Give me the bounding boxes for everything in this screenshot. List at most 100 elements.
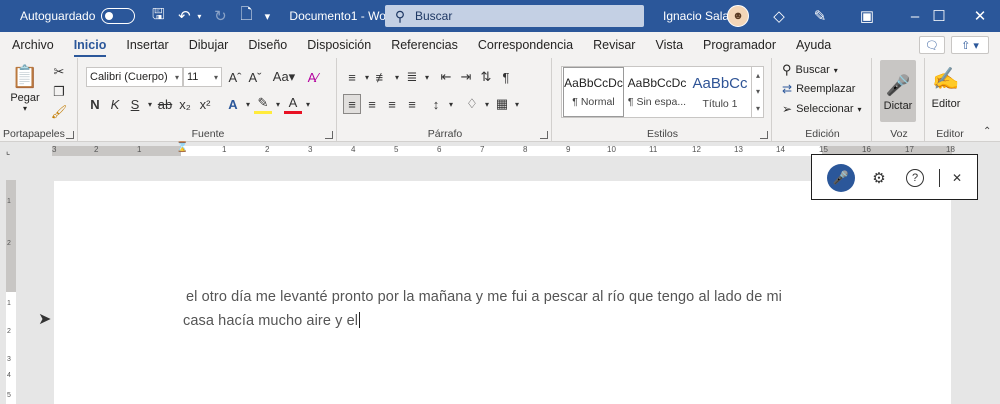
save-icon[interactable]: 🖫 <box>145 0 171 32</box>
chevron-down-icon[interactable]: ▾ <box>393 67 401 87</box>
font-color-icon[interactable]: A <box>284 94 302 114</box>
select-button[interactable]: ➢ Seleccionar ▾ <box>782 102 862 116</box>
align-right-icon[interactable]: ≡ <box>383 94 401 114</box>
superscript-icon[interactable]: x² <box>196 94 214 114</box>
undo-icon[interactable]: ↶ <box>171 0 197 32</box>
clear-formatting-icon[interactable]: A∕ <box>304 67 322 87</box>
chevron-down-icon[interactable]: ▾ <box>146 94 154 114</box>
paragraph-launcher-icon[interactable] <box>540 131 548 139</box>
ribbon-display-icon[interactable]: ▣ <box>847 0 887 32</box>
document-icon[interactable]: 🗋 <box>233 0 259 32</box>
bullets-icon[interactable]: ≡ <box>343 67 361 87</box>
decrease-indent-icon[interactable]: ⇤ <box>437 67 455 87</box>
avatar[interactable]: ☻ <box>727 5 749 27</box>
change-case-icon[interactable]: Aa▾ <box>272 67 296 87</box>
chevron-down-icon[interactable]: ▾ <box>244 94 252 114</box>
sort-icon[interactable]: ⇅ <box>477 67 495 87</box>
dictate-button[interactable]: 🎤 Dictar <box>880 60 916 122</box>
autosave-toggle[interactable] <box>101 8 136 24</box>
line-spacing-icon[interactable]: ↕ <box>427 94 445 114</box>
chevron-down-icon[interactable]: ▾ <box>363 67 371 87</box>
chevron-down-icon[interactable]: ▾ <box>304 94 312 114</box>
style-heading-1[interactable]: AaBbCc Título 1 <box>690 67 750 117</box>
copy-icon[interactable]: ❐ <box>50 82 68 102</box>
clipboard-launcher-icon[interactable] <box>66 131 74 139</box>
settings-gear-icon[interactable]: ⚙ <box>868 167 890 189</box>
text-effects-icon[interactable]: A <box>224 94 242 114</box>
cut-icon[interactable]: ✂ <box>50 62 68 82</box>
chevron-down-icon[interactable]: ▾ <box>513 94 521 114</box>
chevron-down-icon[interactable]: ▾ <box>483 94 491 114</box>
share-button[interactable]: ⇧ ▾ <box>951 36 989 54</box>
italic-icon[interactable]: K <box>106 94 124 114</box>
chevron-down-icon[interactable]: ▾ <box>423 67 431 87</box>
styles-scroll[interactable]: ▴ ▾ ▾ <box>751 67 764 117</box>
shading-icon[interactable]: ♢ <box>463 94 481 114</box>
highlight-icon[interactable]: ✎ <box>254 94 272 114</box>
comments-button[interactable]: 🗨 <box>919 36 945 54</box>
font-name-combo[interactable]: Calibri (Cuerpo) ▾ <box>86 67 183 87</box>
tab-correspondencia[interactable]: Correspondencia <box>468 32 583 58</box>
multilevel-list-icon[interactable]: ≣ <box>403 67 421 87</box>
pilcrow-icon[interactable]: ¶ <box>497 67 515 87</box>
close-dictation-icon[interactable]: ✕ <box>946 167 968 189</box>
chevron-up-icon[interactable]: ▴ <box>756 71 760 80</box>
dictation-mic-button[interactable]: 🎤 <box>827 164 855 192</box>
strikethrough-icon[interactable]: ab <box>156 94 174 114</box>
collapse-ribbon-icon[interactable]: ⌃ <box>983 126 991 137</box>
tab-diseno[interactable]: Diseño <box>238 32 297 58</box>
document-line-2[interactable]: casa hacía mucho aire y el <box>183 312 361 329</box>
indent-marker-icon[interactable]: ⌛ <box>176 142 188 153</box>
chevron-down-icon: ▾ <box>857 104 862 114</box>
justify-icon[interactable]: ≡ <box>403 94 421 114</box>
format-painter-icon[interactable]: 🖌 <box>50 102 68 122</box>
user-name[interactable]: Ignacio Sala <box>663 0 729 32</box>
borders-icon[interactable]: ▦ <box>493 94 511 114</box>
subscript-icon[interactable]: x₂ <box>176 94 194 114</box>
microphone-icon: 🎤 <box>885 74 911 97</box>
font-launcher-icon[interactable] <box>325 131 333 139</box>
styles-launcher-icon[interactable] <box>760 131 768 139</box>
redo-icon[interactable]: ↻ <box>207 0 233 32</box>
grow-font-icon[interactable]: Aˆ <box>226 67 244 87</box>
style-no-spacing[interactable]: AaBbCcDc ¶ Sin espa... <box>626 67 688 117</box>
document-line-1[interactable]: el otro día me levanté pronto por la mañ… <box>186 289 782 305</box>
increase-indent-icon[interactable]: ⇥ <box>457 67 475 87</box>
tab-insertar[interactable]: Insertar <box>116 32 178 58</box>
chevron-down-icon[interactable]: ▾ <box>447 94 455 114</box>
chevron-down-icon[interactable]: ▾ <box>756 87 760 96</box>
help-icon[interactable]: ? <box>906 169 924 187</box>
customize-toolbar-icon[interactable]: ▾ <box>259 0 275 32</box>
search-box[interactable]: ⚲ Buscar <box>385 5 644 27</box>
align-center-icon[interactable]: ≡ <box>363 94 381 114</box>
underline-icon[interactable]: S <box>126 94 144 114</box>
shrink-font-icon[interactable]: Aˇ <box>246 67 264 87</box>
find-button[interactable]: ⚲ Buscar ▾ <box>782 62 838 78</box>
tab-programador[interactable]: Programador <box>693 32 786 58</box>
align-left-icon[interactable]: ≡ <box>343 94 361 114</box>
tab-inicio[interactable]: Inicio <box>64 32 117 58</box>
tab-referencias[interactable]: Referencias <box>381 32 468 58</box>
tab-vista[interactable]: Vista <box>645 32 693 58</box>
more-styles-icon[interactable]: ▾ <box>756 104 760 113</box>
tab-disposicion[interactable]: Disposición <box>297 32 381 58</box>
undo-dropdown-icon[interactable]: ▾ <box>197 0 207 32</box>
close-icon[interactable]: ✕ <box>960 0 1000 32</box>
replace-button[interactable]: ⇄ Reemplazar <box>782 82 855 96</box>
tab-revisar[interactable]: Revisar <box>583 32 645 58</box>
paste-button[interactable]: 📋 Pegar ▾ <box>10 62 40 113</box>
tab-dibujar[interactable]: Dibujar <box>179 32 239 58</box>
styles-group-label: Estilos <box>647 128 678 140</box>
font-size-combo[interactable]: 11 ▾ <box>183 67 222 87</box>
premium-diamond-icon[interactable]: ◇ <box>759 0 799 32</box>
chevron-down-icon[interactable]: ▾ <box>274 94 282 114</box>
style-normal[interactable]: AaBbCcDc ¶ Normal <box>563 67 624 117</box>
tab-selector-icon[interactable]: ⌞ <box>6 146 16 156</box>
numbering-icon[interactable]: ≢ <box>373 67 391 87</box>
pen-icon[interactable]: ✎ <box>800 0 840 32</box>
tab-archivo[interactable]: Archivo <box>0 32 64 58</box>
maximize-icon[interactable]: ☐ <box>919 0 959 32</box>
editor-button[interactable]: ✍ Editor <box>931 64 961 110</box>
tab-ayuda[interactable]: Ayuda <box>786 32 841 58</box>
bold-icon[interactable]: N <box>86 94 104 114</box>
